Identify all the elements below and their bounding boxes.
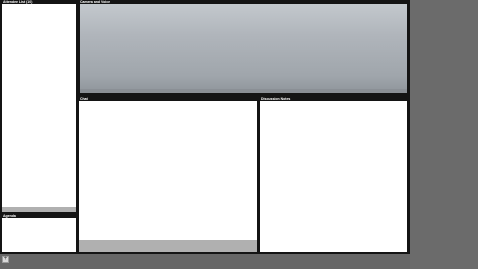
chat-panel[interactable] xyxy=(79,101,257,252)
discussion-notes-panel[interactable] xyxy=(260,101,407,252)
attendee-list-panel[interactable] xyxy=(2,4,76,212)
add-button[interactable]: + xyxy=(2,256,9,263)
attendee-list-scrollbar[interactable] xyxy=(2,207,76,212)
chat-input-bar[interactable] xyxy=(79,240,257,252)
meeting-app-window: Attendee List (10) Agenda Camera and Voi… xyxy=(0,0,410,254)
bottom-bar xyxy=(0,254,410,269)
video-control-bar[interactable] xyxy=(80,89,407,93)
agenda-panel[interactable] xyxy=(2,218,76,252)
camera-video-area[interactable] xyxy=(80,4,407,93)
desktop-area xyxy=(410,0,478,269)
